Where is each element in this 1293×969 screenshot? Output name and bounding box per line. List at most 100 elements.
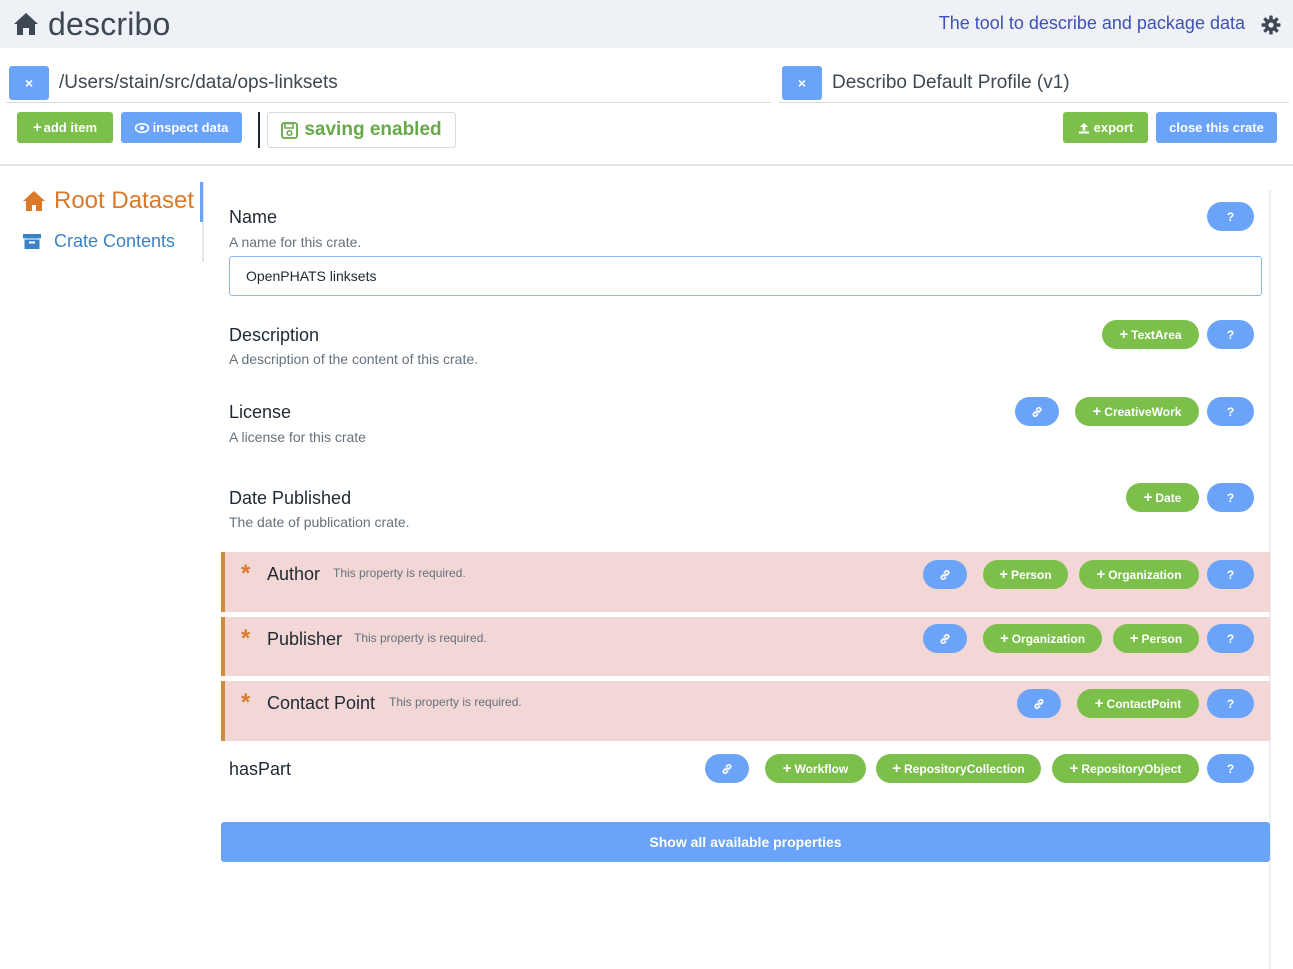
add-label: RepositoryCollection	[904, 761, 1025, 776]
top-bar: describo The tool to describe and packag…	[0, 0, 1293, 48]
required-asterisk: *	[241, 689, 251, 716]
add-item-button[interactable]: + add item	[17, 112, 113, 143]
nav-root-label: Root Dataset	[54, 187, 195, 214]
property-label: License	[229, 402, 292, 422]
property-label: Date Published	[229, 488, 352, 508]
help-button[interactable]: ?	[1207, 202, 1254, 231]
add-organization-button[interactable]: + Organization	[983, 624, 1102, 653]
inspect-data-button[interactable]: inspect data	[121, 112, 242, 143]
add-label: ContactPoint	[1106, 696, 1182, 711]
link-button[interactable]	[923, 624, 967, 653]
add-organization-button[interactable]: + Organization	[1079, 560, 1199, 589]
add-person-button[interactable]: + Person	[1113, 624, 1199, 653]
required-asterisk: *	[241, 625, 251, 652]
add-person-button[interactable]: + Person	[983, 560, 1068, 589]
link-button[interactable]	[1017, 689, 1061, 718]
archive-icon	[23, 234, 41, 249]
plus-icon: +	[1092, 403, 1102, 420]
property-label: Publisher	[267, 629, 343, 649]
tagline: The tool to describe and package data	[938, 13, 1245, 33]
property-license: License A license for this crate + Creati…	[221, 396, 1270, 456]
close-crate-button[interactable]: close this crate	[1156, 112, 1277, 143]
plus-icon: +	[892, 760, 902, 777]
link-button[interactable]	[705, 754, 749, 783]
link-icon	[1032, 406, 1042, 417]
folder-path-bar: × /Users/stain/src/data/ops-linksets	[6, 63, 771, 103]
property-help: The date of publication crate.	[229, 514, 410, 530]
profile-name: Describo Default Profile (v1)	[832, 71, 1070, 93]
required-message: This property is required.	[389, 695, 522, 709]
add-item-label: add item	[43, 120, 98, 135]
add-label: Person	[1011, 567, 1052, 582]
add-label: Person	[1141, 631, 1183, 646]
help-button[interactable]: ?	[1207, 320, 1254, 349]
add-label: Date	[1155, 490, 1182, 505]
help-button[interactable]: ?	[1207, 560, 1254, 589]
close-profile-button[interactable]: ×	[782, 65, 822, 100]
plus-icon: +	[999, 630, 1009, 647]
property-label: Description	[229, 325, 320, 345]
property-help: A name for this crate.	[229, 234, 362, 250]
brand[interactable]: describo	[12, 4, 171, 44]
property-label: Name	[229, 207, 278, 227]
export-label: export	[1093, 120, 1134, 135]
plus-icon: +	[782, 760, 792, 777]
help-button[interactable]: ?	[1207, 483, 1254, 512]
add-creativework-button[interactable]: + CreativeWork	[1075, 397, 1199, 426]
plus-icon: +	[999, 566, 1009, 583]
add-label: TextArea	[1131, 327, 1182, 342]
add-label: RepositoryObject	[1081, 761, 1182, 776]
property-publisher: * Publisher This property is required. +…	[221, 617, 1270, 676]
toolbar-divider	[258, 112, 260, 148]
link-icon	[940, 633, 950, 644]
name-input[interactable]	[229, 256, 1262, 296]
plus-icon: +	[1119, 326, 1129, 343]
link-button[interactable]	[1015, 397, 1059, 426]
property-label: Author	[267, 564, 321, 584]
help-button[interactable]: ?	[1207, 624, 1254, 653]
link-icon	[940, 569, 950, 580]
nav-crate-contents[interactable]: Crate Contents	[22, 231, 175, 252]
required-message: This property is required.	[333, 566, 466, 580]
inspect-data-label: inspect data	[152, 120, 229, 135]
help-button[interactable]: ?	[1207, 397, 1254, 426]
saving-status: saving enabled	[267, 112, 456, 148]
add-date-button[interactable]: + Date	[1126, 483, 1199, 512]
export-button[interactable]: export	[1063, 112, 1148, 143]
save-icon	[281, 121, 299, 139]
add-repositoryobject-button[interactable]: + RepositoryObject	[1052, 754, 1199, 783]
profile-bar: × Describo Default Profile (v1)	[779, 63, 1289, 103]
link-button[interactable]	[923, 560, 967, 589]
show-all-properties-button[interactable]: Show all available properties	[221, 822, 1270, 862]
plus-icon: +	[32, 119, 42, 136]
eye-icon	[134, 122, 149, 133]
add-repositorycollection-button[interactable]: + RepositoryCollection	[876, 754, 1041, 783]
home-icon	[23, 191, 45, 211]
plus-icon: +	[1069, 760, 1079, 777]
plus-icon: +	[1096, 566, 1106, 583]
folder-path: /Users/stain/src/data/ops-linksets	[59, 71, 338, 93]
link-icon	[1034, 698, 1044, 709]
add-label: CreativeWork	[1104, 404, 1182, 419]
property-date-published: Date Published The date of publication c…	[221, 482, 1270, 542]
nav-root-dataset[interactable]: Root Dataset	[22, 187, 194, 215]
brand-name: describo	[48, 5, 171, 42]
property-help: A description of the content of this cra…	[229, 351, 479, 367]
plus-icon: +	[1094, 695, 1104, 712]
nav-crate-label: Crate Contents	[54, 231, 176, 251]
add-contactpoint-button[interactable]: + ContactPoint	[1077, 689, 1199, 718]
property-description: Description A description of the content…	[221, 318, 1270, 378]
help-button[interactable]: ?	[1207, 689, 1254, 718]
property-label: Contact Point	[267, 693, 376, 713]
property-help: A license for this crate	[229, 429, 366, 445]
add-textarea-button[interactable]: + TextArea	[1102, 320, 1199, 349]
add-workflow-button[interactable]: + Workflow	[765, 754, 866, 783]
property-label: hasPart	[229, 759, 292, 779]
required-message: This property is required.	[354, 631, 487, 645]
add-label: Organization	[1108, 567, 1182, 582]
plus-icon: +	[1143, 489, 1153, 506]
gear-icon[interactable]	[1261, 15, 1281, 35]
help-button[interactable]: ?	[1207, 754, 1254, 783]
saving-label: saving enabled	[304, 119, 442, 140]
close-folder-button[interactable]: ×	[9, 65, 49, 100]
